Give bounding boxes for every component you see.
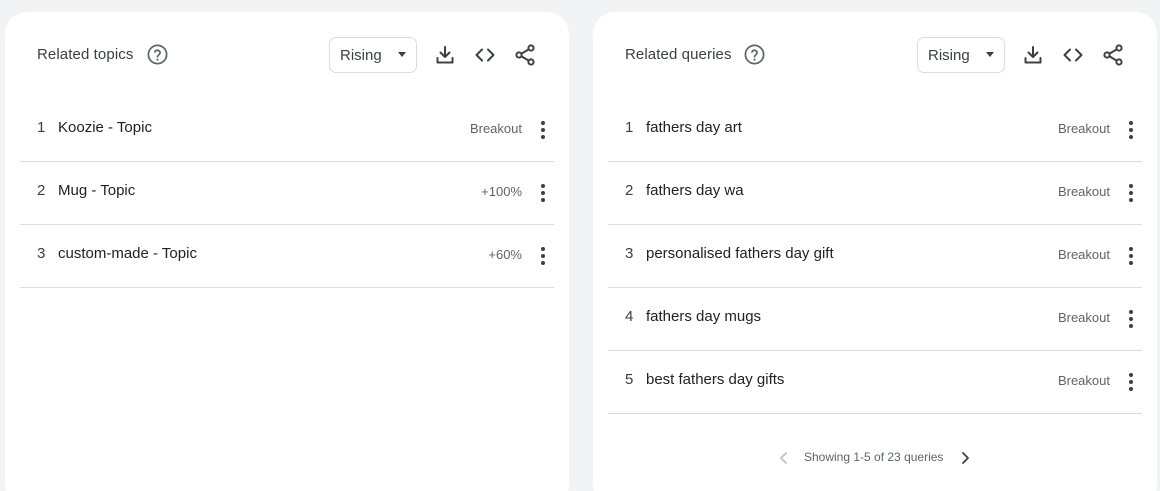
list-item[interactable]: 1 fathers day art Breakout [608,99,1142,162]
help-icon[interactable] [146,43,169,66]
topics-filter-select[interactable]: Rising [329,37,417,73]
more-vert-icon[interactable] [536,118,550,142]
chevron-right-icon[interactable] [957,450,973,466]
more-vert-icon[interactable] [536,244,550,268]
row-rank: 5 [625,371,634,388]
row-value: Breakout [1057,121,1110,136]
share-icon[interactable] [1101,43,1125,67]
row-rank: 3 [625,245,634,262]
row-rank: 4 [625,308,634,325]
row-label[interactable]: fathers day art [646,119,742,136]
list-item[interactable]: 2 fathers day wa Breakout [608,162,1142,225]
more-vert-icon[interactable] [1124,118,1138,142]
row-label[interactable]: fathers day mugs [646,308,761,325]
row-value: Breakout [1057,373,1110,388]
related-topics-list: 1 Koozie - Topic Breakout 2 Mug - Topic … [20,99,554,288]
list-item[interactable]: 4 fathers day mugs Breakout [608,288,1142,351]
related-topics-title: Related topics [37,46,134,63]
related-queries-title: Related queries [625,46,732,63]
more-vert-icon[interactable] [1124,244,1138,268]
caret-down-icon [398,52,406,57]
row-rank: 2 [625,182,634,199]
queries-filter-select[interactable]: Rising [917,37,1005,73]
topics-filter-label: Rising [340,47,382,64]
related-queries-list: 1 fathers day art Breakout 2 fathers day… [608,99,1142,414]
row-value: Breakout [1057,247,1110,262]
related-queries-card: Related queries Rising 1 fathers day art… [593,12,1157,491]
row-rank: 1 [625,119,634,136]
row-value: +100% [481,184,522,199]
download-icon[interactable] [433,43,457,67]
row-label[interactable]: best fathers day gifts [646,371,784,388]
row-label[interactable]: Mug - Topic [58,182,135,199]
code-icon[interactable] [1061,43,1085,67]
more-vert-icon[interactable] [1124,181,1138,205]
list-item[interactable]: 5 best fathers day gifts Breakout [608,351,1142,414]
row-rank: 1 [37,119,46,136]
download-icon[interactable] [1021,43,1045,67]
row-label[interactable]: custom-made - Topic [58,245,197,262]
queries-filter-label: Rising [928,47,970,64]
more-vert-icon[interactable] [536,181,550,205]
pagination: Showing 1-5 of 23 queries [593,448,1157,468]
related-topics-header: Related topics Rising [5,36,569,74]
row-value: Breakout [469,121,522,136]
row-rank: 2 [37,182,46,199]
row-label[interactable]: Koozie - Topic [58,119,152,136]
row-label[interactable]: fathers day wa [646,182,744,199]
row-rank: 3 [37,245,46,262]
share-icon[interactable] [513,43,537,67]
row-label[interactable]: personalised fathers day gift [646,245,834,262]
caret-down-icon [986,52,994,57]
row-value: Breakout [1057,310,1110,325]
chevron-left-icon[interactable] [776,450,792,466]
code-icon[interactable] [473,43,497,67]
related-queries-header: Related queries Rising [593,36,1157,74]
related-topics-card: Related topics Rising 1 Koozie - Topic B… [5,12,569,491]
list-item[interactable]: 3 custom-made - Topic +60% [20,225,554,288]
pagination-text: Showing 1-5 of 23 queries [804,450,944,464]
row-value: Breakout [1057,184,1110,199]
row-value: +60% [488,247,522,262]
list-item[interactable]: 2 Mug - Topic +100% [20,162,554,225]
list-item[interactable]: 1 Koozie - Topic Breakout [20,99,554,162]
more-vert-icon[interactable] [1124,307,1138,331]
help-icon[interactable] [743,43,766,66]
more-vert-icon[interactable] [1124,370,1138,394]
list-item[interactable]: 3 personalised fathers day gift Breakout [608,225,1142,288]
